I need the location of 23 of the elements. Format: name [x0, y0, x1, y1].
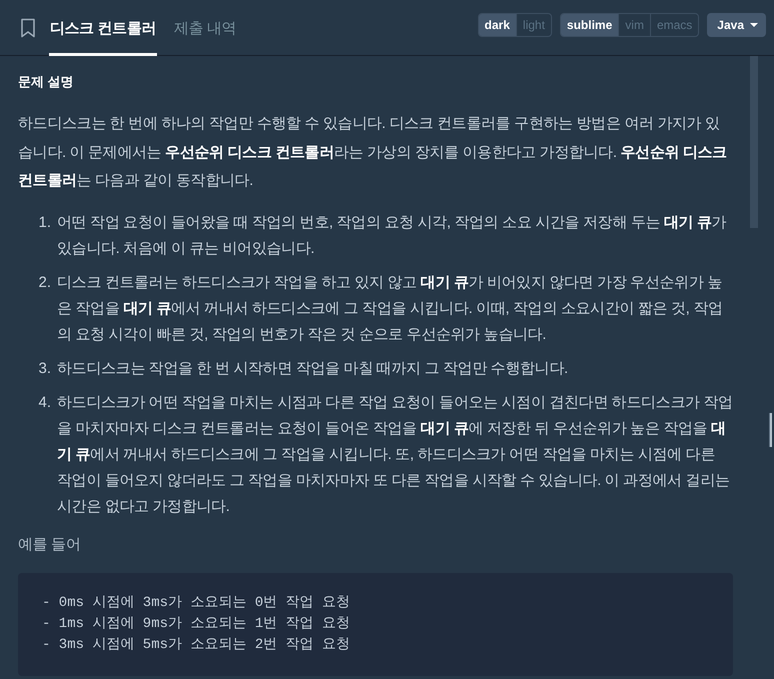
- list-item-text: 디스크 컨트롤러는 하드디스크가 작업을 하고 있지 않고 대기 큐가 비어있지 않다면 가장 우선순위가 높은 작업을 대기 큐에서 꺼내서 하드디스크에 그 작업을 시킵니다. 이때, 작업의 소요시간이 짧은 것, 작업의 요청 시각이 빠른 것, 작업의 번호가 작은 것 순으로 우선순위가 높습니다.: [57, 272, 724, 344]
- caret-icon: [750, 22, 758, 26]
- section-heading: 문제 설명: [18, 73, 75, 91]
- keymap-option[interactable]: sublime: [560, 14, 618, 36]
- list-number: 4.: [37, 392, 51, 412]
- list-item-text: 하드디스크가 어떤 작업을 마치는 시점과 다른 작업 요청이 들어오는 시점이 겹친다면 하드디스크가 작업을 마치자마자 디스크 컨트롤러는 요청이 들어온 작업을 대기 큐에 저장한 뒤 우선순위가 높은 작업을 대기 큐에서 꺼내서 하드디스크에 그 작업을 시킵니다. 또, 하드디스크가 어떤 작업을 마치는 시점에 다른 작업이 들어오지 않더라도 그 작업을 마치자마자 또 다른 작업을 시작할 수 있습니다. 이 과정에서 걸리는 시간은 없다고 가정합니다.: [57, 392, 733, 516]
- description-paragraph: 하드디스크는 한 번에 하나의 작업만 수행할 수 있습니다. 디스크 컨트롤러를 구현하는 방법은 여러 가지가 있습니다. 이 문제에서는 우선순위 디스크 컨트롤러라는 가상의 장치를 이용한다고 가정합니다. 우선순위 디스크 컨트롤러는 다음과 같이 동작합니다.: [18, 114, 728, 191]
- code-line: - 3ms 시점에 5ms가 소요되는 2번 작업 요청: [42, 636, 352, 654]
- tab[interactable]: 제출 내역: [172, 0, 238, 56]
- list-number: 2.: [37, 272, 51, 292]
- scrollbar-thumb[interactable]: [750, 56, 758, 228]
- code-line: - 0ms 시점에 3ms가 소요되는 0번 작업 요청: [42, 594, 352, 612]
- list-number: 3.: [37, 358, 51, 378]
- example-label: 예를 들어: [18, 534, 82, 554]
- resize-handle[interactable]: [769, 413, 772, 447]
- list-number: 1.: [37, 212, 51, 232]
- language-dropdown[interactable]: Java: [707, 12, 766, 36]
- list-item-text: 하드디스크는 작업을 한 번 시작하면 작업을 마칠 때까지 그 작업만 수행합니다.: [57, 358, 568, 378]
- list-item-text: 어떤 작업 요청이 들어왔을 때 작업의 번호, 작업의 요청 시각, 작업의 소요 시간을 저장해 두는 대기 큐가 있습니다. 처음에 이 큐는 비어있습니다.: [57, 212, 728, 258]
- theme-option[interactable]: dark: [478, 14, 516, 36]
- tab[interactable]: 디스크 컨트롤러: [49, 0, 157, 56]
- code-line: - 1ms 시점에 9ms가 소요되는 1번 작업 요청: [42, 614, 352, 634]
- bookmark-icon[interactable]: [20, 18, 36, 38]
